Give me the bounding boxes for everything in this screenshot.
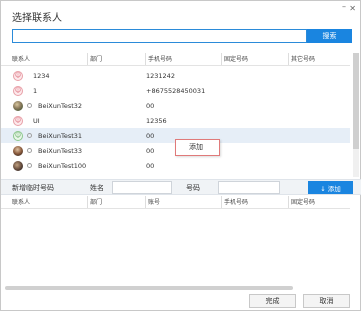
close-icon[interactable]: ✕ bbox=[349, 4, 356, 13]
contact-phone: +8675528450031 bbox=[146, 86, 206, 95]
minimize-icon[interactable]: – bbox=[342, 2, 346, 11]
search-input[interactable] bbox=[12, 29, 307, 43]
column-header-account[interactable]: 账号 bbox=[145, 196, 221, 208]
table-row[interactable]: ☺ UI 12356 bbox=[1, 113, 350, 128]
number-label: 号码 bbox=[186, 184, 200, 192]
column-header-landline[interactable]: 固定号码 bbox=[221, 53, 288, 65]
temp-number-input[interactable] bbox=[218, 181, 280, 194]
default-avatar-icon: ☺ bbox=[13, 85, 23, 96]
add-temp-number-bar: 新增临时号码 姓名 号码 ↓ 添加 bbox=[1, 179, 361, 195]
contacts-scrollbar[interactable] bbox=[353, 53, 359, 177]
search-button[interactable]: 搜索 bbox=[307, 29, 352, 43]
table-row[interactable]: ☺ 1 +8675528450031 bbox=[1, 83, 350, 98]
contact-name: BeiXunTest100 bbox=[38, 161, 87, 170]
name-label: 姓名 bbox=[90, 184, 104, 192]
avatar bbox=[13, 160, 23, 171]
column-header-landline[interactable]: 固定号码 bbox=[288, 196, 350, 208]
default-avatar-icon: ☺ bbox=[13, 70, 23, 81]
add-temp-button[interactable]: ↓ 添加 bbox=[308, 181, 353, 194]
contact-name: BeiXunTest32 bbox=[38, 101, 83, 110]
select-contact-dialog: 选择联系人 – ✕ 搜索 联系人 部门 手机号码 固定号码 其它号码 ☺ 1234… bbox=[0, 0, 361, 311]
contact-name: UI bbox=[33, 116, 40, 125]
dialog-title: 选择联系人 bbox=[12, 13, 62, 24]
search-bar: 搜索 bbox=[12, 29, 352, 43]
contact-name: BeiXunTest33 bbox=[38, 146, 83, 155]
column-header-other[interactable]: 其它号码 bbox=[288, 53, 350, 65]
contact-phone: 00 bbox=[146, 101, 155, 110]
presence-icon bbox=[27, 133, 32, 138]
default-avatar-icon: ☺ bbox=[13, 115, 23, 126]
table-row[interactable]: BeiXunTest32 00 bbox=[1, 98, 350, 113]
temp-name-input[interactable] bbox=[112, 181, 172, 194]
avatar bbox=[13, 145, 23, 156]
column-header-contact[interactable]: 联系人 bbox=[1, 53, 87, 65]
contact-name: 1 bbox=[33, 86, 38, 95]
contacts-table-header: 联系人 部门 手机号码 固定号码 其它号码 bbox=[1, 53, 350, 66]
selected-table-header: 联系人 部门 账号 手机号码 固定号码 bbox=[1, 196, 350, 209]
column-header-department[interactable]: 部门 bbox=[87, 53, 145, 65]
contact-phone: 1231242 bbox=[146, 71, 175, 80]
table-row[interactable]: BeiXunTest100 00 bbox=[1, 158, 350, 173]
presence-icon bbox=[27, 103, 32, 108]
column-header-contact[interactable]: 联系人 bbox=[1, 196, 87, 208]
column-header-mobile[interactable]: 手机号码 bbox=[145, 53, 221, 65]
scrollbar-thumb[interactable] bbox=[353, 53, 359, 149]
presence-icon bbox=[27, 148, 32, 153]
contact-name: 1234 bbox=[33, 71, 50, 80]
horizontal-scrollbar[interactable] bbox=[5, 286, 293, 290]
cancel-button[interactable]: 取消 bbox=[303, 294, 350, 308]
done-button[interactable]: 完成 bbox=[249, 294, 296, 308]
context-menu-add[interactable]: 添加 bbox=[175, 139, 220, 156]
add-temp-label: 新增临时号码 bbox=[12, 184, 54, 192]
column-header-department[interactable]: 部门 bbox=[87, 196, 145, 208]
default-avatar-icon: ☺ bbox=[13, 130, 23, 141]
contact-phone: 00 bbox=[146, 161, 155, 170]
column-header-mobile[interactable]: 手机号码 bbox=[221, 196, 288, 208]
contact-phone: 12356 bbox=[146, 116, 167, 125]
contact-name: BeiXunTest31 bbox=[38, 131, 83, 140]
table-row[interactable]: ☺ 1234 1231242 bbox=[1, 68, 350, 83]
avatar bbox=[13, 100, 23, 111]
presence-icon bbox=[27, 163, 32, 168]
